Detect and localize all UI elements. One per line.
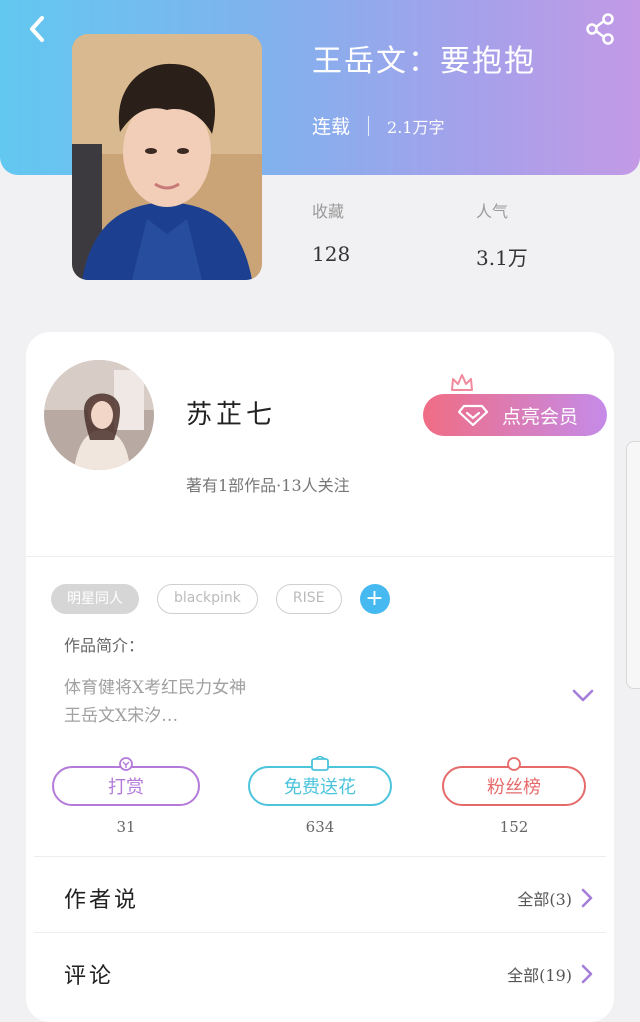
send-flower-button[interactable]: 免费送花 [248,756,392,806]
book-meta: 连载 2.1万字 [312,112,444,139]
tag-item[interactable]: RISE [275,584,342,614]
reward-label: 打赏 [108,777,144,798]
author-info: 著有1部作品·13人关注 [186,476,350,495]
intro-line: 王岳文X宋汐… [64,706,179,726]
flower-icon [311,756,329,771]
divider [26,556,614,557]
book-title: 王岳文：要抱抱 [312,44,536,79]
plus-icon: + [365,586,384,611]
side-scroll-handle[interactable] [626,441,640,689]
back-button[interactable] [20,12,56,48]
divider [34,856,606,857]
author-name[interactable]: 苏芷七 [186,394,276,431]
divider [34,932,606,933]
row-more[interactable]: 全部(3) [517,886,594,910]
intro-label: 作品简介： [64,636,145,655]
row-label: 作者说 [64,888,140,913]
share-icon [586,13,614,45]
tag-item[interactable]: 明星同人 [51,584,139,614]
chevron-right-icon [581,964,593,984]
intro-text: 体育健将X考红民力女神 王岳文X宋汐… [64,674,246,730]
serial-status: 连载 [312,116,351,138]
share-button[interactable] [584,12,618,46]
diamond-icon [457,404,488,426]
medal-icon [507,757,521,771]
reward-count: 31 [116,818,136,836]
intro-line: 体育健将X考红民力女神 [64,678,247,698]
row-more[interactable]: 全部(19) [507,962,594,986]
author-avatar[interactable] [44,360,154,470]
send-flower-label: 免费送花 [284,777,356,798]
chevron-down-icon [572,689,594,702]
flower-count: 634 [305,818,335,836]
crown-icon [451,374,473,391]
stat-popularity: 人气 3.1万 [476,198,528,271]
chevron-right-icon [581,888,593,908]
fan-ranking-label: 粉丝榜 [487,777,541,798]
vip-label: 点亮会员 [501,405,578,428]
stat-label: 收藏 [312,202,345,221]
row-value: 全部(19) [507,966,572,985]
stat-value: 128 [312,242,351,266]
book-cover-image[interactable] [72,34,262,280]
row-label: 评论 [64,964,115,989]
reward-button[interactable]: 打赏 [52,757,200,806]
stat-favorites: 收藏 128 [312,198,350,266]
tag-list: 明星同人 blackpink RISE + [51,584,390,614]
author-notes-row[interactable]: 作者说 全部(3) [64,878,594,918]
stat-label: 人气 [476,202,509,221]
divider [368,115,370,136]
detail-card: 苏芷七 著有1部作品·13人关注 点亮会员 明星同人 blackpink RIS… [26,332,614,1022]
row-value: 全部(3) [517,890,572,909]
expand-intro-button[interactable] [572,688,594,702]
fan-ranking-button[interactable]: 粉丝榜 [442,757,586,806]
tag-item[interactable]: blackpink [157,584,258,614]
word-count: 2.1万字 [387,117,445,137]
add-tag-button[interactable]: + [359,584,390,614]
coin-icon [119,757,133,771]
vip-button[interactable]: 点亮会员 [423,374,607,436]
stat-value: 3.1万 [476,246,528,270]
comments-row[interactable]: 评论 全部(19) [64,954,594,994]
fan-count: 152 [499,818,529,836]
chevron-left-icon [30,16,44,42]
